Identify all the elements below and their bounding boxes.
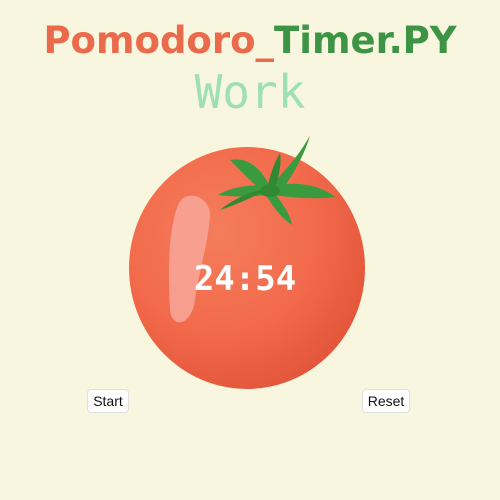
reset-button[interactable]: Reset (362, 389, 410, 413)
pomodoro-window: Pomodoro_Timer.PY Work 24:54 Start Reset (0, 0, 500, 500)
app-title-part-1: Pomodoro_ (43, 19, 275, 62)
app-title: Pomodoro_Timer.PY (0, 17, 500, 65)
timer-display: 24:54 (193, 259, 297, 299)
start-button[interactable]: Start (87, 389, 129, 413)
app-title-part-2: Timer.PY (274, 19, 457, 62)
mode-label: Work (194, 65, 306, 119)
